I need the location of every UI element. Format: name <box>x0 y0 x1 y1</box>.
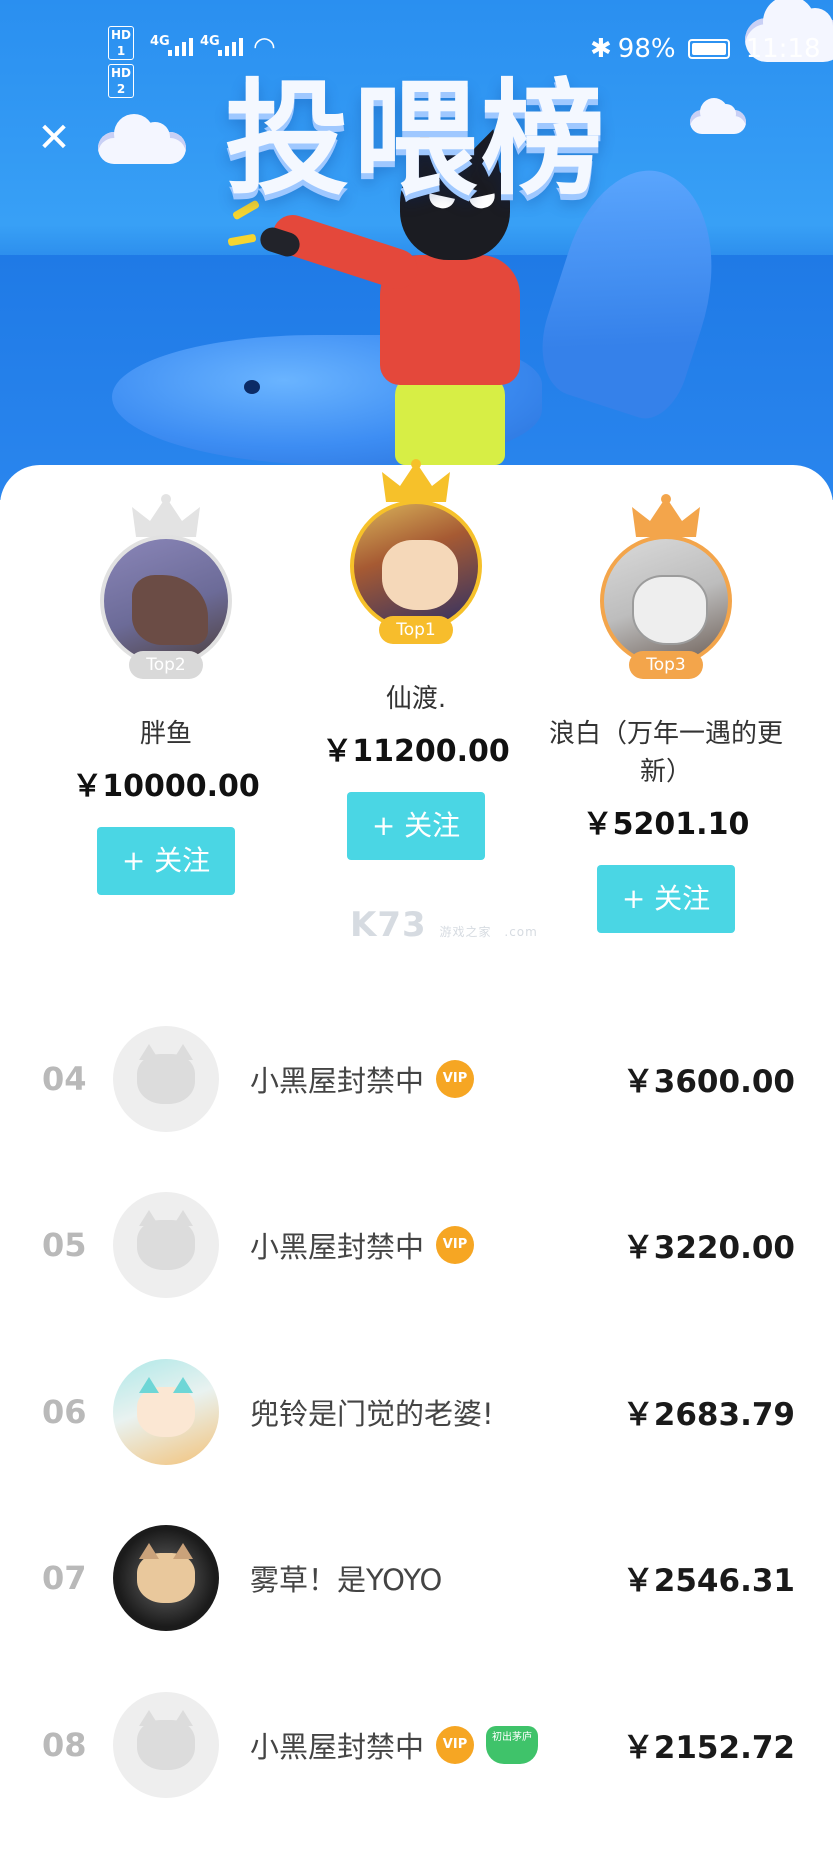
ranking-row[interactable]: 07 雾草！是YOYO ￥2546.31 <box>0 1523 833 1633</box>
status-right: ✱ 98% 11:18 <box>590 34 821 64</box>
avatar[interactable] <box>113 1026 219 1132</box>
amount: ￥2152.72 <box>622 1730 795 1766</box>
amount: ￥2683.79 <box>622 1397 795 1433</box>
hero-banner: 投喂榜 ✕ HD 1 HD 2 4G 4G ◠ ✱ 98% 11:18 <box>0 0 833 500</box>
avatar[interactable] <box>113 1359 219 1465</box>
amount: ￥3220.00 <box>622 1230 795 1266</box>
default-avatar-icon <box>137 1044 195 1104</box>
rank-number: 08 <box>42 1726 87 1764</box>
character-legs <box>395 375 505 465</box>
gold-crown-icon <box>382 459 450 502</box>
user-name: 胖鱼 <box>139 719 192 749</box>
podium-top3: Top3 浪白（万年一遇的更新） ￥5201.10 + 关注 <box>536 494 796 933</box>
watermark-text: K73 <box>350 905 427 945</box>
rank-number: 05 <box>42 1226 87 1264</box>
network-type-2: 4G <box>200 34 220 49</box>
avatar-container: Top2 <box>96 494 236 679</box>
hd2-label: HD 2 <box>108 64 134 98</box>
bronze-crown-icon <box>632 494 700 537</box>
follow-button[interactable]: + 关注 <box>97 827 235 895</box>
vip-badge-icon: VIP <box>436 1060 475 1098</box>
avatar[interactable] <box>350 500 482 632</box>
battery-icon <box>687 39 730 59</box>
default-avatar-icon <box>137 1710 195 1770</box>
rank-number: 04 <box>42 1060 87 1098</box>
podium-top1: Top1 仙渡. ￥11200.00 + 关注 <box>286 459 546 860</box>
network-type-1: 4G <box>150 34 170 49</box>
user-name-group: 小黑屋封禁中 VIP <box>250 1058 475 1100</box>
rank-number: 07 <box>42 1559 87 1597</box>
cloud-decoration <box>690 98 746 134</box>
follow-button[interactable]: + 关注 <box>597 865 735 933</box>
user-name-group: 兜铃是门觉的老婆! <box>250 1391 494 1433</box>
signal-icon <box>218 38 243 56</box>
vip-badge-icon: VIP <box>436 1726 475 1764</box>
hd1-label: HD 1 <box>108 26 134 60</box>
anime-avatar-image <box>137 1377 195 1437</box>
amount: ￥2546.31 <box>622 1563 795 1599</box>
podium-top2: Top2 胖鱼 ￥10000.00 + 关注 <box>36 494 296 895</box>
avatar-image <box>382 540 458 610</box>
user-name: 仙渡. <box>385 684 447 714</box>
amount: ￥11200.00 <box>322 734 510 769</box>
user-name: 雾草！是YOYO <box>250 1563 443 1597</box>
avatar[interactable] <box>113 1525 219 1631</box>
wifi-icon: ◠ <box>253 32 276 62</box>
user-name-group: 小黑屋封禁中 VIP 初出茅庐 <box>250 1724 539 1766</box>
avatar-image <box>132 575 208 645</box>
page-title: 投喂榜 <box>225 68 610 212</box>
user-name: 浪白（万年一遇的更新） <box>548 719 783 787</box>
level-badge-icon: 初出茅庐 <box>486 1726 539 1764</box>
rank-badge: Top2 <box>129 651 203 679</box>
hd-indicator: HD 1 HD 2 <box>108 26 134 102</box>
watermark-sub2: .com <box>504 925 538 939</box>
bluetooth-icon: ✱ <box>590 34 612 64</box>
rank-number: 06 <box>42 1393 87 1431</box>
whale-eye <box>244 380 260 394</box>
user-name-group: 雾草！是YOYO <box>250 1557 442 1599</box>
user-name-group: 小黑屋封禁中 VIP <box>250 1224 475 1266</box>
amount: ￥3600.00 <box>622 1064 795 1100</box>
avatar[interactable] <box>100 535 232 667</box>
cloud-decoration <box>98 114 186 164</box>
avatar-container: Top3 <box>596 494 736 679</box>
avatar-container: Top1 <box>346 459 486 644</box>
watermark-logo: K73 游戏之家 .com <box>350 905 538 945</box>
follow-button[interactable]: + 关注 <box>347 792 485 860</box>
default-avatar-icon <box>137 1210 195 1270</box>
close-icon[interactable]: ✕ <box>34 118 74 158</box>
user-name: 小黑屋封禁中 <box>250 1730 425 1764</box>
spark-decoration <box>227 233 257 247</box>
avatar[interactable] <box>113 1692 219 1798</box>
signal-icon <box>168 38 193 56</box>
avatar-image <box>632 575 708 645</box>
vip-badge-icon: VIP <box>436 1226 475 1264</box>
battery-percent: 98% <box>617 34 676 64</box>
ranking-row[interactable]: 04 小黑屋封禁中 VIP ￥3600.00 <box>0 1024 833 1134</box>
avatar[interactable] <box>600 535 732 667</box>
user-name: 小黑屋封禁中 <box>250 1230 425 1264</box>
status-bar: HD 1 HD 2 4G 4G ◠ ✱ 98% 11:18 <box>0 0 833 98</box>
silver-crown-icon <box>132 494 200 537</box>
user-name: 小黑屋封禁中 <box>250 1064 425 1098</box>
rank-badge: Top3 <box>629 651 703 679</box>
watermark-sub1: 游戏之家 <box>439 925 492 939</box>
avatar[interactable] <box>113 1192 219 1298</box>
amount: ￥5201.10 <box>582 807 750 842</box>
rank-badge: Top1 <box>379 616 453 644</box>
amount: ￥10000.00 <box>72 769 260 804</box>
user-name: 兜铃是门觉的老婆! <box>250 1397 494 1431</box>
clock: 11:18 <box>745 34 821 64</box>
ranking-row[interactable]: 06 兜铃是门觉的老婆! ￥2683.79 <box>0 1357 833 1467</box>
ranking-row[interactable]: 05 小黑屋封禁中 VIP ￥3220.00 <box>0 1190 833 1300</box>
ranking-row[interactable]: 08 小黑屋封禁中 VIP 初出茅庐 ￥2152.72 <box>0 1690 833 1800</box>
dog-avatar-image <box>137 1543 195 1603</box>
